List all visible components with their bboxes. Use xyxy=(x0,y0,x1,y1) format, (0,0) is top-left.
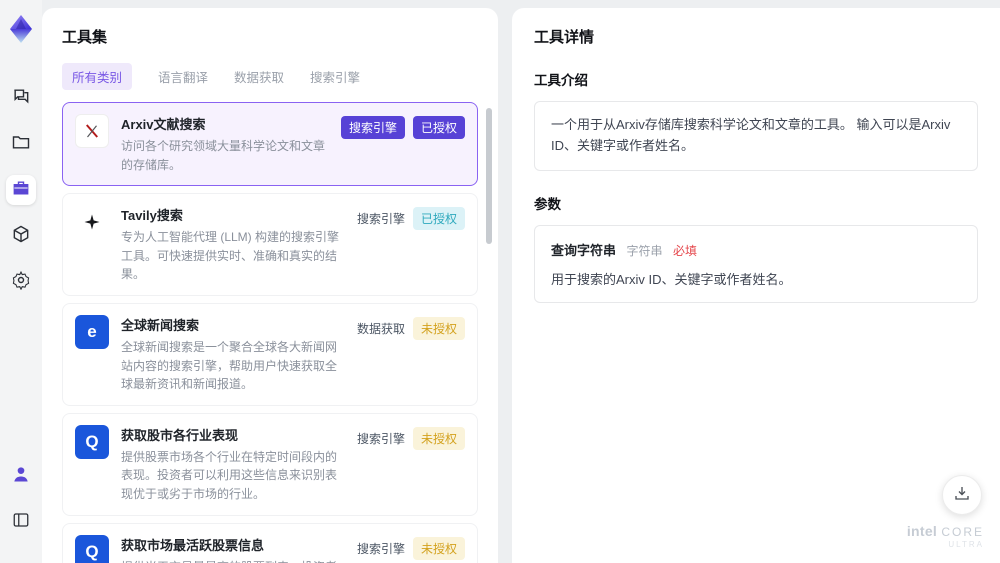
sidebar-item-files[interactable] xyxy=(6,129,36,159)
user-avatar-icon xyxy=(11,464,31,489)
tool-info: Tavily搜索专为人工智能代理 (LLM) 构建的搜索引擎工具。可快速提供实时… xyxy=(121,205,357,284)
tool-row[interactable]: Q 获取股市各行业表现提供股票市场各个行业在特定时间段内的表现。投资者可以利用这些… xyxy=(62,412,478,516)
tool-meta: 搜索引擎 未授权 xyxy=(357,425,465,450)
tab-3[interactable]: 搜索引擎 xyxy=(310,67,360,86)
panel-toggle-icon xyxy=(12,511,30,534)
intel-core-logo: intel CORE ULTRA xyxy=(906,523,984,549)
tool-list: Arxiv文献搜索 访问各个研究领域大量科学论文和文章的存储库。 搜索引擎 已授权 Ta… xyxy=(62,102,492,563)
tavily-star-icon xyxy=(75,205,109,240)
category-badge: 搜索引擎 xyxy=(356,431,405,446)
intro-heading: 工具介绍 xyxy=(534,73,588,88)
tool-row[interactable]: e 全球新闻搜索全球新闻搜索是一个聚合全球各大新闻网站内容的搜索引擎，帮助用户快速… xyxy=(62,302,478,406)
gear-icon xyxy=(11,270,31,295)
tool-description: 全球新闻搜索是一个聚合全球各大新闻网站内容的搜索引擎，帮助用户快速获取全球最新资… xyxy=(121,339,338,392)
tool-description: 访问各个研究领域大量科学论文和文章的存储库。 xyxy=(121,139,326,172)
param-required-flag: 必填 xyxy=(672,243,697,258)
tool-row[interactable]: Arxiv文献搜索访问各个研究领域大量科学论文和文章的存储库。 搜索引擎 已授权 xyxy=(62,102,478,187)
tool-info: 获取股市各行业表现提供股票市场各个行业在特定时间段内的表现。投资者可以利用这些信… xyxy=(121,425,357,504)
tab-2[interactable]: 数据获取 xyxy=(234,67,284,86)
category-badge: 搜索引擎 xyxy=(356,212,405,227)
param-name: 查询字符串 xyxy=(551,242,617,258)
tool-info: 全球新闻搜索全球新闻搜索是一个聚合全球各大新闻网站内容的搜索引擎，帮助用户快速获… xyxy=(121,315,357,394)
scrollbar[interactable] xyxy=(486,108,492,244)
arxiv-logo-icon xyxy=(75,114,109,148)
tool-meta: 搜索引擎 已授权 xyxy=(340,114,465,139)
sidebar-collapse-toggle[interactable] xyxy=(6,507,36,537)
auth-status-badge: 已授权 xyxy=(412,207,465,231)
tab-all-categories[interactable]: 所有类别 xyxy=(62,63,133,90)
app-logo-diamond xyxy=(8,14,34,49)
tool-description: 专为人工智能代理 (LLM) 构建的搜索引擎工具。可快速提供实时、准确和真实的结… xyxy=(121,230,340,282)
tool-description: 提供股票市场各个行业在特定时间段内的表现。投资者可以利用这些信息来识别表现优于或… xyxy=(121,449,338,501)
chat-icon xyxy=(11,86,31,111)
auth-status-badge: 未授权 xyxy=(412,426,465,450)
sidebar-item-tools[interactable] xyxy=(6,175,36,205)
detail-title: 工具详情 xyxy=(534,29,595,46)
page-title: 工具集 xyxy=(62,29,108,46)
download-button[interactable] xyxy=(942,475,982,515)
cube-icon xyxy=(11,224,31,249)
tool-meta: 搜索引擎 已授权 xyxy=(356,205,465,231)
param-type: 字符串 xyxy=(626,243,663,258)
category-badge: 数据获取 xyxy=(356,321,405,336)
tool-name: Tavily搜索 xyxy=(121,208,183,224)
sidebar-item-packages[interactable] xyxy=(6,221,36,251)
tool-name: 获取市场最活跃股票信息 xyxy=(121,537,265,553)
sidebar-item-account[interactable] xyxy=(6,461,36,491)
params-heading: 参数 xyxy=(534,196,561,212)
download-icon xyxy=(953,484,971,507)
tool-info: Arxiv文献搜索访问各个研究领域大量科学论文和文章的存储库。 xyxy=(121,114,341,174)
tool-meta: 数据获取 未授权 xyxy=(357,315,465,340)
sidebar-item-settings[interactable] xyxy=(6,267,36,297)
briefcase-icon xyxy=(11,178,31,203)
sidebar-item-chat[interactable] xyxy=(6,83,36,113)
tool-description: 提供当天交易量最高的股票列表，投资者可以利用这些信息来识别流动性强的股票和潜在的… xyxy=(121,558,347,563)
tool-info: 获取市场最活跃股票信息提供当天交易量最高的股票列表，投资者可以利用这些信息来识别… xyxy=(121,535,357,563)
category-badge: 搜索引擎 xyxy=(356,541,405,556)
category-badge: 搜索引擎 xyxy=(340,116,405,139)
tool-name: 获取股市各行业表现 xyxy=(121,427,239,443)
tab-1[interactable]: 语言翻译 xyxy=(158,67,208,86)
param-card: 查询字符串 字符串 必填 用于搜索的Arxiv ID、关键字或作者姓名。 xyxy=(534,224,978,303)
left-sidebar xyxy=(0,0,42,563)
intro-text: 一个用于从Arxiv存储库搜索科学论文和文章的工具。 输入可以是Arxiv ID… xyxy=(534,101,978,171)
tool-row[interactable]: Tavily搜索专为人工智能代理 (LLM) 构建的搜索引擎工具。可快速提供实时… xyxy=(62,193,478,296)
auth-status-badge: 未授权 xyxy=(412,316,465,340)
stock-search-icon: Q xyxy=(75,534,109,563)
news-search-icon: e xyxy=(75,314,109,349)
auth-status-badge: 未授权 xyxy=(412,536,465,560)
param-header: 查询字符串 字符串 必填 xyxy=(551,240,961,260)
tool-name: 全球新闻搜索 xyxy=(121,317,200,333)
stock-search-icon: Q xyxy=(75,424,109,459)
toolset-panel: 工具集 所有类别 语言翻译 数据获取 搜索引擎 Arxiv文献搜索 访问各个研究领域大量… xyxy=(42,8,498,563)
tool-row[interactable]: Q 获取市场最活跃股票信息提供当天交易量最高的股票列表，投资者可以利用这些信息来识… xyxy=(62,522,478,563)
param-description: 用于搜索的Arxiv ID、关键字或作者姓名。 xyxy=(551,271,792,287)
category-tabs: 所有类别 语言翻译 数据获取 搜索引擎 xyxy=(62,63,478,90)
auth-status-badge: 已授权 xyxy=(412,116,465,139)
tool-name: Arxiv文献搜索 xyxy=(121,117,206,132)
tool-detail-panel: 工具详情 工具介绍 一个用于从Arxiv存储库搜索科学论文和文章的工具。 输入可… xyxy=(512,8,1000,563)
tool-meta: 搜索引擎 未授权 xyxy=(357,535,465,560)
folder-icon xyxy=(11,132,31,157)
